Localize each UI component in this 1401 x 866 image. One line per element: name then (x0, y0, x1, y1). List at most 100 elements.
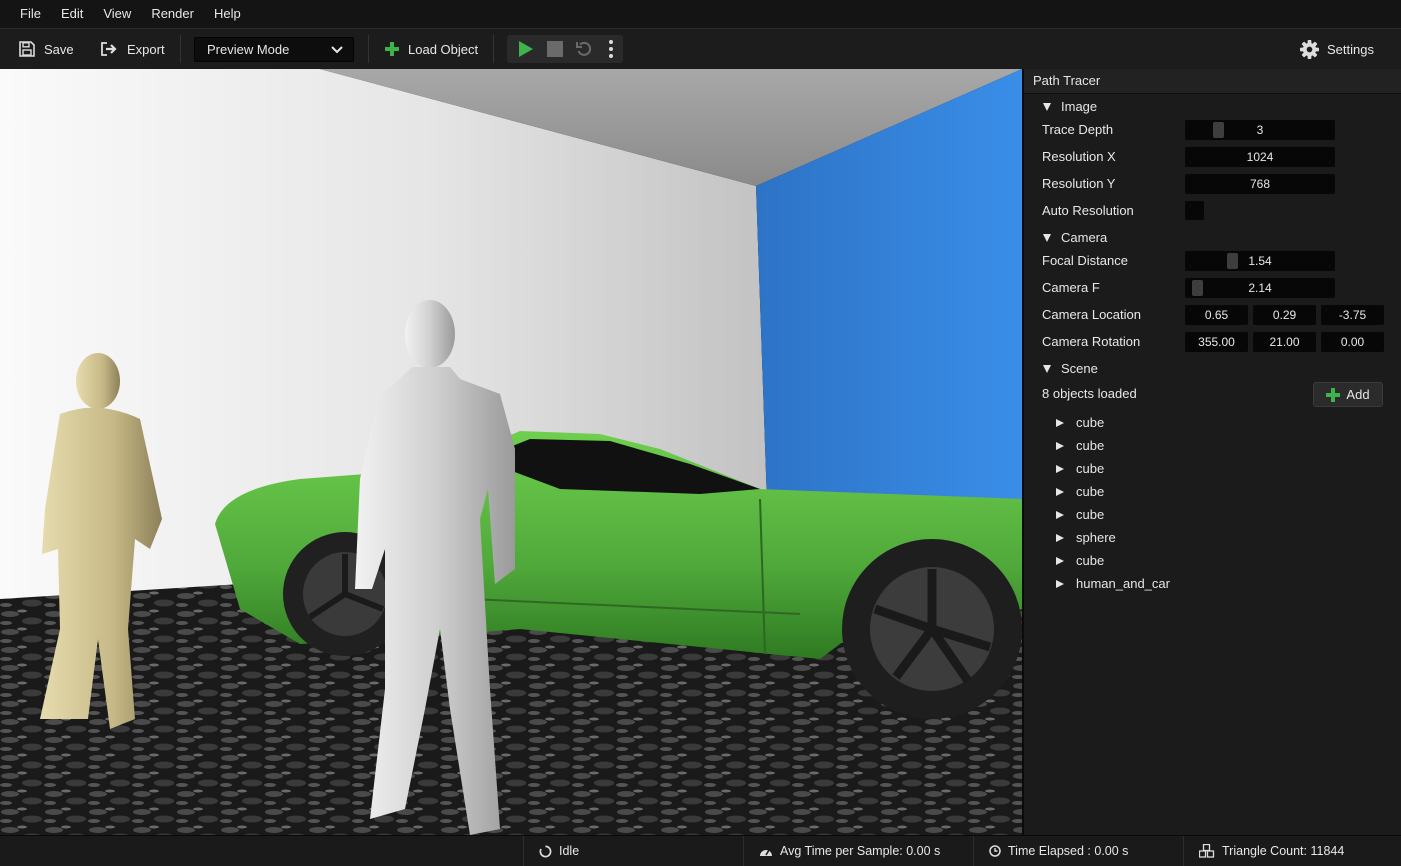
trace-depth-slider[interactable]: 3 (1185, 120, 1335, 140)
toolbar-divider (368, 35, 369, 63)
add-label: Add (1346, 387, 1370, 402)
render-viewport[interactable] (0, 69, 1022, 835)
scene-object-item[interactable]: cube (1056, 461, 1104, 476)
reset-button[interactable] (571, 35, 597, 63)
avg-time-status: Avg Time per Sample: 0.00 s (759, 836, 940, 866)
expand-arrow-icon (1056, 510, 1064, 519)
export-button[interactable]: Export (99, 29, 165, 69)
camera-rotation-x-field[interactable]: 355.00 (1185, 332, 1248, 352)
add-object-button[interactable]: Add (1313, 382, 1383, 407)
scene-object-item[interactable]: cube (1056, 553, 1104, 568)
slider-thumb[interactable] (1227, 253, 1238, 269)
scene-object-item[interactable]: cube (1056, 484, 1104, 499)
clock-icon (989, 845, 1001, 857)
toolbar: Save Export Preview Mode Load Object Set… (0, 28, 1401, 70)
menu-view[interactable]: View (93, 0, 141, 28)
camera-location-y-field[interactable]: 0.29 (1253, 305, 1316, 325)
load-object-button[interactable]: Load Object (384, 29, 478, 69)
mode-value: Preview Mode (207, 42, 290, 57)
scene-object-item[interactable]: cube (1056, 415, 1104, 430)
more-vertical-icon (609, 40, 613, 58)
section-image-header[interactable]: Image (1043, 99, 1097, 114)
resolution-x-field[interactable]: 1024 (1185, 147, 1335, 167)
camera-f-slider[interactable]: 2.14 (1185, 278, 1335, 298)
scene-object-label: human_and_car (1076, 576, 1170, 591)
auto-resolution-label: Auto Resolution (1042, 203, 1134, 218)
scene-object-label: cube (1076, 415, 1105, 430)
camera-location-z-field[interactable]: -3.75 (1321, 305, 1384, 325)
camera-location-x-field[interactable]: 0.65 (1185, 305, 1248, 325)
menu-bar: File Edit View Render Help (0, 0, 1401, 28)
scene-object-label: cube (1076, 438, 1105, 453)
avg-time-label: Avg Time per Sample: 0.00 s (780, 844, 941, 858)
settings-button[interactable]: Settings (1300, 29, 1374, 69)
export-icon (101, 42, 117, 56)
camera-rotation-z-field[interactable]: 0.00 (1321, 332, 1384, 352)
triangle-count-status: Triangle Count: 11844 (1199, 836, 1344, 866)
collapse-arrow-icon (1043, 233, 1051, 242)
save-button[interactable]: Save (18, 29, 74, 69)
objects-loaded-count: 8 objects loaded (1042, 386, 1137, 401)
section-camera-header[interactable]: Camera (1043, 230, 1107, 245)
camera-rotation-y-field[interactable]: 21.00 (1253, 332, 1316, 352)
gear-icon (1300, 39, 1319, 59)
resolution-y-field[interactable]: 768 (1185, 174, 1335, 194)
settings-label: Settings (1327, 41, 1374, 57)
mode-dropdown[interactable]: Preview Mode (194, 37, 354, 62)
section-camera-label: Camera (1061, 230, 1108, 245)
slider-thumb[interactable] (1192, 280, 1203, 296)
export-label: Export (127, 41, 165, 57)
stop-icon (547, 41, 563, 57)
stop-button[interactable] (543, 35, 567, 63)
collapse-arrow-icon (1043, 102, 1051, 111)
elapsed-time-status: Time Elapsed : 0.00 s (989, 836, 1128, 866)
section-scene-label: Scene (1061, 361, 1098, 376)
scene-object-item[interactable]: human_and_car (1056, 576, 1170, 591)
expand-arrow-icon (1056, 418, 1064, 427)
play-button[interactable] (513, 35, 539, 63)
menu-render[interactable]: Render (141, 0, 204, 28)
elapsed-time-label: Time Elapsed : 0.00 s (1008, 844, 1129, 858)
focal-distance-label: Focal Distance (1042, 253, 1128, 268)
auto-resolution-checkbox[interactable] (1185, 201, 1204, 220)
chevron-down-icon (331, 45, 343, 53)
resolution-x-label: Resolution X (1042, 149, 1116, 164)
play-icon (519, 41, 533, 57)
focal-distance-value: 1.54 (1248, 254, 1272, 268)
render-state-label: Idle (559, 844, 580, 858)
path-tracer-panel: Path Tracer Image Trace Depth 3 Resoluti… (1022, 69, 1401, 835)
expand-arrow-icon (1056, 533, 1064, 542)
menu-help[interactable]: Help (204, 0, 251, 28)
toolbar-divider (493, 35, 494, 63)
camera-f-label: Camera F (1042, 280, 1100, 295)
status-bar: Idle Avg Time per Sample: 0.00 s Time El… (0, 835, 1401, 866)
scene-object-item[interactable]: sphere (1056, 530, 1116, 545)
toolbar-divider (180, 35, 181, 63)
scene-object-item[interactable]: cube (1056, 507, 1104, 522)
trace-depth-label: Trace Depth (1042, 122, 1114, 137)
expand-arrow-icon (1056, 464, 1064, 473)
scene-object-item[interactable]: cube (1056, 438, 1104, 453)
playback-controls (507, 35, 623, 63)
scene-object-label: sphere (1076, 530, 1116, 545)
camera-location-label: Camera Location (1042, 307, 1141, 322)
status-divider (743, 836, 744, 866)
focal-distance-slider[interactable]: 1.54 (1185, 251, 1335, 271)
expand-arrow-icon (1056, 579, 1064, 588)
menu-file[interactable]: File (0, 0, 51, 28)
resolution-y-label: Resolution Y (1042, 176, 1116, 191)
expand-arrow-icon (1056, 487, 1064, 496)
status-divider (973, 836, 974, 866)
cubes-icon (1199, 844, 1215, 858)
menu-edit[interactable]: Edit (51, 0, 93, 28)
camera-f-value: 2.14 (1248, 281, 1272, 295)
scene-object-label: cube (1076, 484, 1105, 499)
plus-icon (385, 42, 399, 56)
scene-object-label: cube (1076, 507, 1105, 522)
status-divider (523, 836, 524, 866)
more-options-button[interactable] (603, 35, 619, 63)
trace-depth-value: 3 (1256, 123, 1264, 137)
slider-thumb[interactable] (1213, 122, 1224, 138)
section-scene-header[interactable]: Scene (1043, 361, 1098, 376)
expand-arrow-icon (1056, 441, 1064, 450)
